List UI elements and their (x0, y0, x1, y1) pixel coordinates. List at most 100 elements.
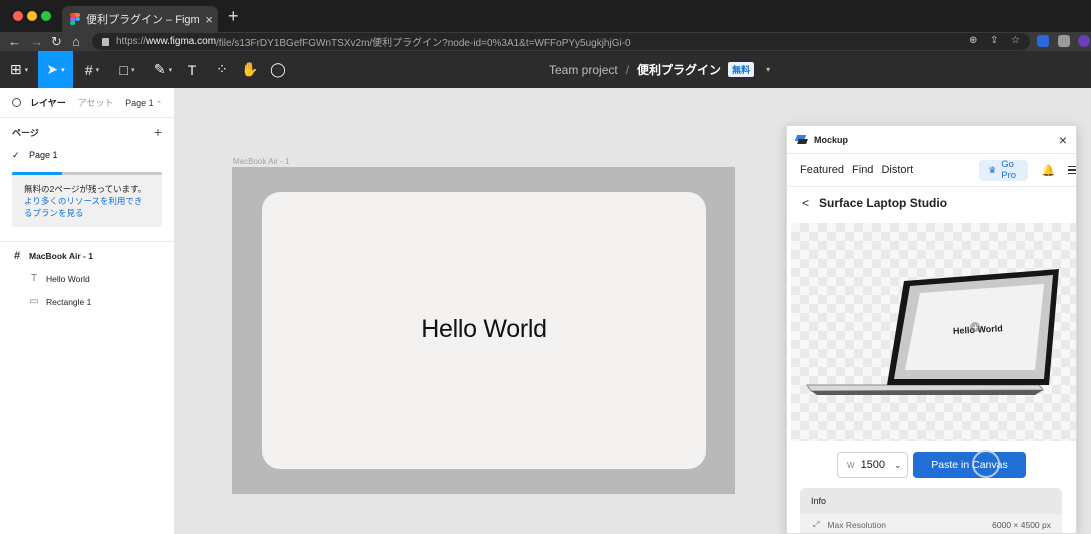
layer-label: MacBook Air - 1 (29, 250, 93, 261)
chevron-down-icon: ▾ (168, 66, 173, 74)
frame-icon: # (13, 249, 21, 262)
info-header: Info (800, 488, 1062, 514)
view-plans-link[interactable]: より多くのリソースを利用できるプランを見る (12, 195, 162, 219)
extension-shield-icon[interactable] (1037, 35, 1049, 47)
breadcrumb-separator: / (625, 62, 630, 77)
pages-header-label: ページ (12, 127, 39, 138)
frame-tool-button[interactable]: # ▾ (76, 51, 108, 88)
profile-avatar-icon[interactable] (1078, 35, 1090, 47)
mockup-plugin-panel: Mockup × Featured Find Distort ♛ Go Pro … (786, 125, 1077, 534)
divider (0, 241, 174, 242)
move-tool-button[interactable]: ➤ ▾ (38, 51, 73, 88)
file-title-area[interactable]: Team project / 便利プラグイン 無料 ▾ (549, 51, 770, 88)
figma-menu-icon: ⊞ (9, 61, 22, 77)
free-pages-notice: 無料の2ページが残っています。 より多くのリソースを利用できるプランを見る (12, 172, 162, 227)
go-pro-button[interactable]: ♛ Go Pro (979, 159, 1028, 181)
bookmark-star-icon[interactable]: ☆ (1011, 35, 1020, 46)
main-menu-button[interactable]: ⊞ ▾ (0, 51, 38, 88)
hamburger-menu-icon[interactable] (1068, 164, 1076, 177)
share-icon[interactable]: ⇪ (990, 35, 998, 46)
plugin-nav: Featured Find Distort ♛ Go Pro 🔔 (787, 154, 1076, 187)
reload-icon[interactable]: ↻ (51, 34, 62, 49)
frame-label[interactable]: MacBook Air - 1 (233, 157, 289, 166)
team-name[interactable]: Team project (549, 63, 618, 77)
info-row-label: Max Resolution (827, 520, 886, 530)
tab-close-icon[interactable]: × (200, 12, 218, 27)
back-icon[interactable]: ← (8, 34, 21, 49)
checkmark-icon: ✓ (12, 149, 20, 160)
plugin-controls: W 1500 ⌄ Paste in Canvas (787, 450, 1076, 481)
new-tab-button[interactable]: + (228, 7, 239, 25)
layer-item-text[interactable]: T Hello World (0, 267, 174, 290)
add-page-button[interactable]: + (154, 124, 162, 140)
page-label: Page 1 (29, 150, 58, 160)
address-bar[interactable]: https://www.figma.com/file/s13FrDY1BGefF… (92, 33, 1030, 50)
window-minimize-button[interactable] (27, 11, 37, 21)
go-pro-label: Go Pro (1001, 159, 1017, 181)
hand-icon: ✋ (241, 61, 259, 77)
frame-hash-icon: # (84, 61, 93, 78)
text-icon: T (187, 61, 197, 78)
lock-icon (102, 37, 109, 46)
comment-bubble-icon: ◯ (270, 61, 286, 77)
tab-assets[interactable]: アセット (78, 96, 114, 109)
nav-distort[interactable]: Distort (881, 164, 913, 176)
plugin-header: Mockup × (787, 126, 1076, 154)
shape-tool-button[interactable]: □ ▾ (112, 51, 142, 88)
device-title-row: < Surface Laptop Studio (787, 187, 1076, 218)
rectangle-icon: ▭ (29, 296, 39, 307)
device-title: Surface Laptop Studio (819, 195, 948, 210)
home-icon[interactable]: ⌂ (72, 34, 80, 49)
url-path: /file/s13FrDY1BGefFGWnTSXv2m/便利プラグイン?nod… (216, 38, 631, 49)
bell-icon[interactable]: 🔔 (1042, 164, 1056, 177)
pages-usage-fill (12, 172, 62, 175)
resources-tool-button[interactable]: ⁘ (212, 51, 232, 88)
zoom-icon[interactable]: ⊕ (969, 35, 977, 46)
mockup-logo-icon (794, 135, 808, 144)
tab-layers[interactable]: レイヤー (30, 96, 66, 109)
browser-titlebar: 便利プラグイン – Figma × + (0, 0, 1091, 32)
paste-in-canvas-button[interactable]: Paste in Canvas (913, 452, 1026, 478)
mockup-preview[interactable]: Hello World + (791, 223, 1076, 441)
browser-tab-figma[interactable]: 便利プラグイン – Figma × (62, 6, 218, 32)
url-prefix: https:// (116, 36, 147, 47)
laptop-mockup-image: Hello World + (806, 269, 1059, 395)
info-row: ⤢ Max Resolution 6000 × 4500 px (800, 514, 1062, 533)
chevron-down-icon: ⌄ (894, 459, 902, 470)
canvas-hello-text[interactable]: Hello World (262, 315, 706, 344)
page-selector[interactable]: Page 1 ⌃ (125, 98, 162, 108)
forward-icon[interactable]: → (30, 34, 43, 49)
pen-tool-button[interactable]: ✎ ▾ (148, 51, 178, 88)
pen-icon: ✎ (153, 61, 166, 77)
chevron-down-icon: ▾ (61, 66, 65, 74)
back-chevron-icon[interactable]: < (802, 196, 809, 210)
text-tool-button[interactable]: T (182, 51, 202, 88)
chevron-down-icon[interactable]: ▾ (766, 65, 770, 74)
rectangle-icon: □ (119, 61, 128, 78)
width-select[interactable]: W 1500 ⌄ (837, 452, 908, 478)
extensions-puzzle-icon[interactable] (1058, 35, 1070, 47)
hand-tool-button[interactable]: ✋ (240, 51, 260, 88)
search-icon[interactable] (12, 98, 21, 107)
layers-sidebar: レイヤー アセット Page 1 ⌃ ページ + ✓ Page 1 無料の2ペー… (0, 88, 175, 534)
text-icon: T (30, 273, 38, 284)
comment-tool-button[interactable]: ◯ (268, 51, 288, 88)
layer-item-frame[interactable]: # MacBook Air - 1 (0, 244, 174, 267)
resize-icon: ⤢ (813, 520, 820, 529)
page-selector-label: Page 1 (125, 97, 154, 108)
nav-featured[interactable]: Featured (800, 164, 844, 176)
width-value: 1500 (860, 459, 886, 471)
window-close-button[interactable] (13, 11, 23, 21)
page-list-item[interactable]: ✓ Page 1 (0, 146, 174, 164)
resources-icon: ⁘ (216, 61, 228, 77)
file-name[interactable]: 便利プラグイン (637, 61, 721, 78)
chevron-down-icon: ▾ (24, 66, 29, 74)
free-pages-text: 無料の2ページが残っています。 (24, 184, 147, 194)
close-icon[interactable]: × (1059, 132, 1067, 148)
sidebar-tabs: レイヤー アセット Page 1 ⌃ (0, 88, 174, 118)
cursor-highlight (972, 450, 1000, 478)
nav-find[interactable]: Find (852, 164, 873, 176)
window-maximize-button[interactable] (41, 11, 51, 21)
layer-item-rectangle[interactable]: ▭ Rectangle 1 (0, 290, 174, 313)
layer-label: Hello World (46, 273, 90, 284)
